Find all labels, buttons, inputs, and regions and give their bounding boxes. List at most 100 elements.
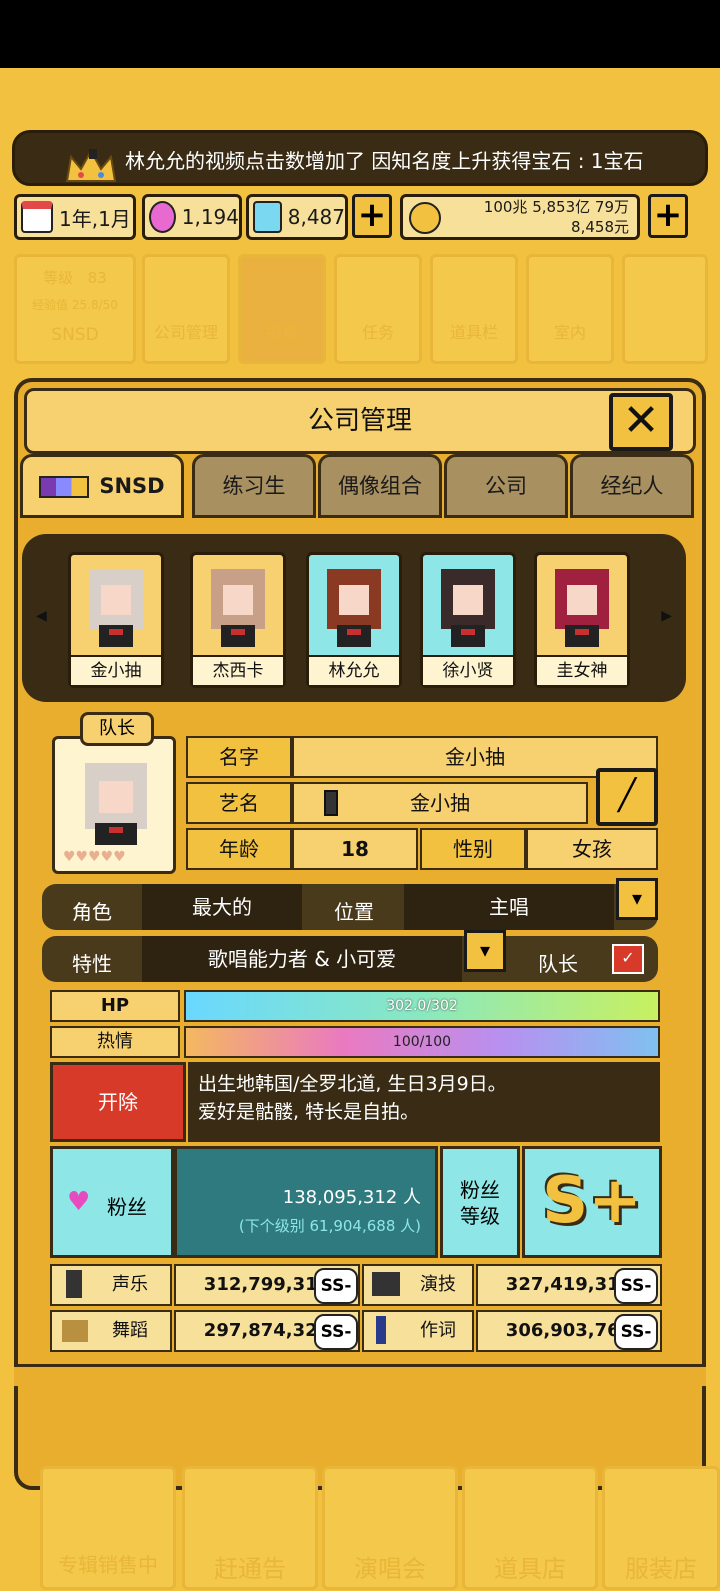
bottom-clothing-shop[interactable]: 服装店 xyxy=(602,1466,720,1590)
stat-label: 作词 xyxy=(420,1320,456,1341)
crown-icon xyxy=(65,148,117,182)
tab-trainees-label: 练习生 xyxy=(222,474,286,498)
bottom-concert[interactable]: 演唱会 xyxy=(322,1466,458,1590)
bio-line-2: 爱好是骷髅, 特长是自拍。 xyxy=(198,1101,420,1123)
member-card[interactable]: 金小抽 xyxy=(68,552,164,688)
member-card[interactable]: 杰西卡 xyxy=(190,552,286,688)
level-panel: 等级 83 经验值 25.8/50 SNSD xyxy=(14,254,136,364)
menu-extra[interactable] xyxy=(622,254,708,364)
date-display: 1年,1月 xyxy=(14,194,136,240)
bottom-schedule[interactable]: 赶通告 xyxy=(182,1466,318,1590)
microphone-icon xyxy=(324,790,338,816)
menu-inventory-label: 道具栏 xyxy=(449,323,498,342)
fan-grade-badge: S+ xyxy=(522,1146,662,1258)
member-name: 林允允 xyxy=(309,655,399,685)
hearts-icon: ♥♥♥♥♥ xyxy=(63,849,126,865)
tab-idol-group[interactable]: 偶像组合 xyxy=(318,454,442,518)
bottom-item-shop[interactable]: 道具店 xyxy=(462,1466,598,1590)
fire-button[interactable]: 开除 xyxy=(50,1062,186,1142)
tab-snsd[interactable]: SNSD xyxy=(20,454,184,518)
member-card[interactable]: 圭女神 xyxy=(534,552,630,688)
notification-bar: 林允允的视频点击数增加了 因知名度上升获得宝石 : 1宝石 xyxy=(12,130,708,186)
bottom-item-shop-label: 道具店 xyxy=(494,1555,566,1583)
menu-interior-label: 室内 xyxy=(553,323,586,342)
pink-gem-counter: 1,194 xyxy=(142,194,242,240)
menu-interior[interactable]: 室内 xyxy=(526,254,614,364)
idol-portrait xyxy=(85,763,147,845)
add-money-button[interactable]: + xyxy=(648,194,688,238)
tab-manager[interactable]: 经纪人 xyxy=(570,454,694,518)
idol-avatar xyxy=(211,569,265,647)
gender-value: 女孩 xyxy=(526,828,658,870)
level-label: 等级 xyxy=(43,269,74,287)
panel-titlebar: 公司管理 ✕ xyxy=(24,388,696,454)
fan-level-label-box: 粉丝 等级 xyxy=(440,1146,520,1258)
stat-label: 声乐 xyxy=(112,1274,148,1295)
position-value: 主唱 xyxy=(404,884,614,930)
stat-label: 舞蹈 xyxy=(112,1320,148,1341)
fan-level-label-2: 等级 xyxy=(460,1204,500,1228)
trait-dropdown-icon[interactable]: ▾ xyxy=(464,930,506,972)
notification-text: 林允允的视频点击数增加了 因知名度上升获得宝石 : 1宝石 xyxy=(125,149,644,173)
menu-mission[interactable]: 任务 xyxy=(334,254,422,364)
trait-value: 歌唱能力者 & 小可爱 xyxy=(142,936,462,982)
leader-checkbox[interactable]: ✓ xyxy=(612,944,644,974)
fans-label-box: ♥ 粉丝 xyxy=(50,1146,174,1258)
name-label: 名字 xyxy=(186,736,292,778)
scroll-right-icon[interactable]: ▶ xyxy=(661,608,672,624)
stage-name-value: 金小抽 xyxy=(410,791,470,815)
member-card[interactable]: 徐小贤 xyxy=(420,552,516,688)
tab-trainees[interactable]: 练习生 xyxy=(192,454,316,518)
portrait-frame: ♥♥♥♥♥ xyxy=(52,736,176,874)
role-row: 角色 最大的 位置 主唱 ▾ xyxy=(42,878,658,930)
menu-company[interactable]: 公司管理 xyxy=(142,254,230,364)
fans-label: 粉丝 xyxy=(107,1195,147,1219)
tab-company-label: 公司 xyxy=(485,474,527,498)
panel-bottom-edge xyxy=(14,1364,706,1386)
hp-label: HP xyxy=(50,990,180,1022)
blue-gem-count: 8,487 xyxy=(287,205,345,229)
age-label: 年龄 xyxy=(186,828,292,870)
hp-text: 302.0/302 xyxy=(386,998,458,1014)
bottom-schedule-label: 赶通告 xyxy=(214,1555,286,1583)
microphone-icon xyxy=(66,1270,82,1298)
stat-lyrics-grade: SS- xyxy=(614,1314,658,1350)
idol-avatar xyxy=(89,569,143,647)
date-text: 1年,1月 xyxy=(59,206,131,231)
member-name: 徐小贤 xyxy=(423,655,513,685)
bottom-album-sales[interactable]: 专辑销售中 xyxy=(40,1466,176,1590)
menu-recruit[interactable]: 招募 xyxy=(238,254,326,364)
stage-name-label: 艺名 xyxy=(186,782,292,824)
edit-name-button[interactable]: ╱ xyxy=(596,768,658,826)
panel-title: 公司管理 xyxy=(307,406,412,436)
idol-avatar xyxy=(327,569,381,647)
money-line-2: 8,458元 xyxy=(571,218,629,236)
add-gem-button[interactable]: + xyxy=(352,194,392,238)
menu-inventory[interactable]: 道具栏 xyxy=(430,254,518,364)
scroll-left-icon[interactable]: ◀ xyxy=(36,608,47,624)
bottom-album-sales-label: 专辑销售中 xyxy=(58,1553,158,1577)
role-value: 最大的 xyxy=(142,884,302,930)
member-name: 圭女神 xyxy=(537,655,627,685)
bottom-clothing-shop-label: 服装店 xyxy=(625,1555,697,1583)
stat-vocal-label: 声乐 xyxy=(50,1264,172,1306)
stat-label: 演技 xyxy=(420,1274,456,1295)
calendar-icon xyxy=(21,201,53,233)
close-icon[interactable]: ✕ xyxy=(609,393,673,451)
level-value: 83 xyxy=(87,269,107,287)
bio-line-1: 出生地韩国/全罗北道, 生日3月9日。 xyxy=(198,1073,507,1095)
money-line-1: 100兆 5,853亿 79万 xyxy=(483,198,629,216)
stat-vocal-grade: SS- xyxy=(314,1268,358,1304)
stat-dance-grade: SS- xyxy=(314,1314,358,1350)
leader-toggle-label: 队长 xyxy=(538,952,578,976)
member-card[interactable]: 林允允 xyxy=(306,552,402,688)
age-value: 18 xyxy=(292,828,418,870)
idol-avatar xyxy=(555,569,609,647)
position-dropdown-icon[interactable]: ▾ xyxy=(616,878,658,920)
heart-icon: ♥ xyxy=(67,1187,91,1217)
fan-level-label-1: 粉丝 xyxy=(460,1178,500,1202)
tab-company[interactable]: 公司 xyxy=(444,454,568,518)
coin-icon xyxy=(409,202,441,234)
exp-value: 25.8/50 xyxy=(71,298,118,312)
trait-label: 特性 xyxy=(72,952,112,976)
